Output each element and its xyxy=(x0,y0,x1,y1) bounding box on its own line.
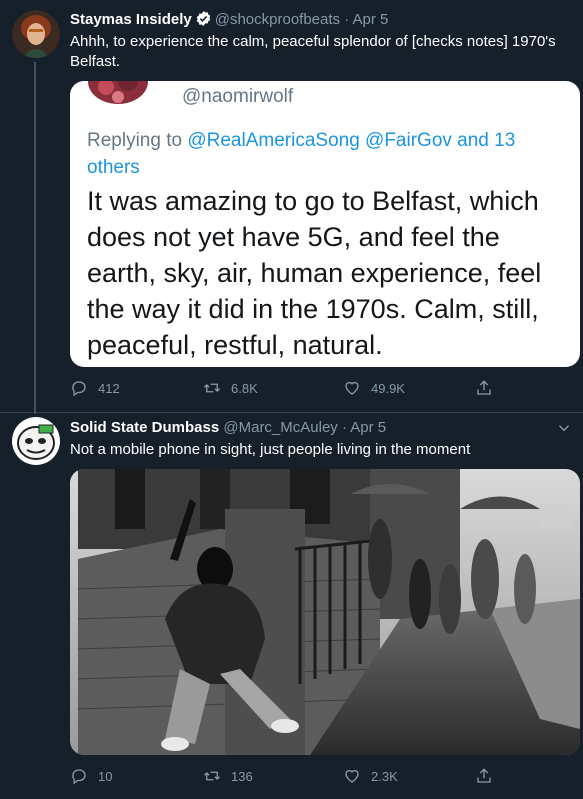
handle-and-date[interactable]: @shockproofbeats · Apr 5 xyxy=(215,11,389,28)
action-bar: 10 136 2.3K xyxy=(70,766,523,786)
thread-line xyxy=(34,62,36,414)
like-button[interactable]: 49.9K xyxy=(343,378,405,398)
quoted-avatar xyxy=(88,81,148,104)
reply-icon xyxy=(72,381,86,397)
reply-prefix: Replying to xyxy=(87,130,188,151)
quoted-screenshot[interactable]: @naomirwolf Replying to @RealAmericaSong… xyxy=(70,81,580,367)
tweet[interactable]: Staymas Insidely @shockproofbeats · Apr 5… xyxy=(0,0,583,414)
tweet-header: Solid State Dumbass @Marc_McAuley · Apr … xyxy=(70,418,553,438)
retweet-icon xyxy=(204,771,220,781)
tweet-text: Not a mobile phone in sight, just people… xyxy=(70,441,471,458)
tweet-text: Ahhh, to experience the calm, peaceful s… xyxy=(70,33,556,70)
share-icon xyxy=(477,768,491,783)
display-name[interactable]: Staymas Insidely xyxy=(70,11,192,28)
heart-icon xyxy=(345,381,359,395)
heart-icon xyxy=(345,769,359,783)
share-icon xyxy=(477,380,491,395)
tweet[interactable]: Solid State Dumbass @Marc_McAuley · Apr … xyxy=(0,413,583,799)
display-name[interactable]: Solid State Dumbass xyxy=(70,419,219,436)
reply-count: 10 xyxy=(98,768,113,784)
share-button[interactable] xyxy=(475,378,493,398)
reply-icon xyxy=(72,769,86,785)
retweet-count: 136 xyxy=(231,768,253,784)
quoted-handle: @naomirwolf xyxy=(182,86,294,107)
avatar[interactable] xyxy=(12,417,60,465)
verified-icon xyxy=(195,10,212,33)
like-count: 49.9K xyxy=(371,380,405,396)
action-bar: 412 6.8K 49.9K xyxy=(70,378,523,398)
retweet-icon xyxy=(204,383,220,393)
retweet-button[interactable]: 136 xyxy=(203,766,253,786)
handle-and-date[interactable]: @Marc_McAuley · Apr 5 xyxy=(223,419,386,436)
retweet-count: 6.8K xyxy=(231,380,258,396)
share-button[interactable] xyxy=(475,766,493,786)
quoted-body: It was amazing to go to Belfast, which d… xyxy=(87,186,542,360)
like-count: 2.3K xyxy=(371,768,398,784)
reply-button[interactable]: 412 xyxy=(70,378,120,398)
quoted-reply-line: Replying to @RealAmericaSong @FairGov an… xyxy=(87,127,557,181)
tweet-header: Staymas Insidely @shockproofbeats · Apr 5 xyxy=(70,10,553,33)
photo-image xyxy=(70,469,580,755)
tweet-photo[interactable] xyxy=(70,469,580,755)
reply-count: 412 xyxy=(98,380,120,396)
avatar[interactable] xyxy=(12,10,60,58)
chevron-down-icon[interactable] xyxy=(555,419,573,437)
reply-button[interactable]: 10 xyxy=(70,766,112,786)
like-button[interactable]: 2.3K xyxy=(343,766,398,786)
retweet-button[interactable]: 6.8K xyxy=(203,378,258,398)
